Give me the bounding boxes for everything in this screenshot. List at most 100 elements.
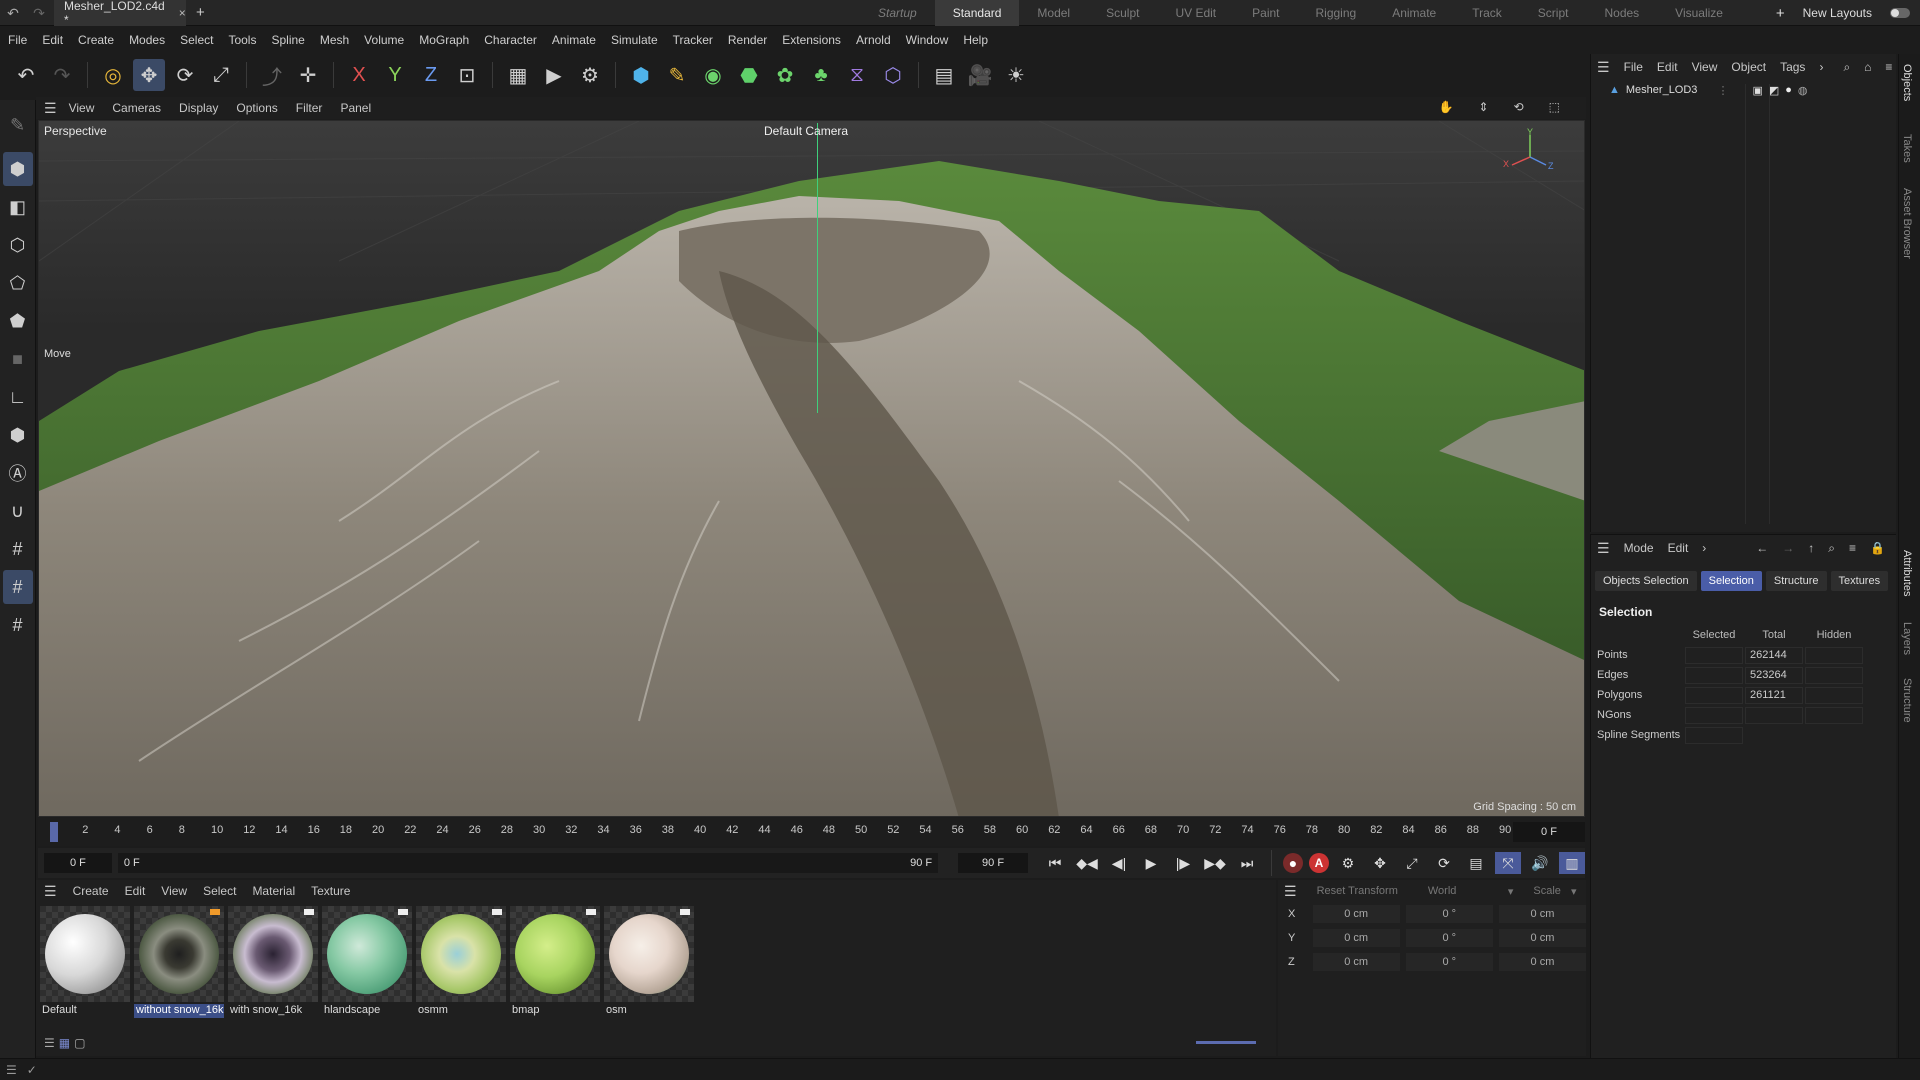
x-axis-lock-icon[interactable]: X bbox=[343, 59, 375, 91]
menu-icon[interactable]: ☰ bbox=[6, 1063, 17, 1077]
add-document-icon[interactable]: + bbox=[196, 4, 205, 21]
large-view-icon[interactable]: ▢ bbox=[74, 1036, 85, 1050]
home-icon[interactable]: ⌂ bbox=[1864, 60, 1871, 74]
lock-icon[interactable]: 🔒 bbox=[1870, 541, 1885, 555]
material-preview[interactable] bbox=[604, 906, 694, 1002]
tab-selection[interactable]: Selection bbox=[1700, 571, 1762, 591]
viewport-menu-item[interactable]: View bbox=[69, 101, 95, 115]
menu-icon[interactable]: ☰ bbox=[44, 883, 57, 900]
texture-tag-icon[interactable]: ● bbox=[1785, 84, 1792, 96]
viewport-menu-item[interactable]: Panel bbox=[340, 101, 371, 115]
3d-viewport[interactable]: Perspective Default Camera Move Grid Spa… bbox=[38, 120, 1585, 817]
menu-modes[interactable]: Modes bbox=[129, 33, 165, 47]
rotation-field[interactable]: 0 ° bbox=[1405, 905, 1493, 923]
chevron-down-icon[interactable]: ▾ bbox=[1508, 885, 1514, 898]
material-name[interactable]: Default bbox=[40, 1004, 130, 1018]
orbit-icon[interactable]: ⟲ bbox=[1514, 100, 1524, 114]
menu-tracker[interactable]: Tracker bbox=[673, 33, 713, 47]
layout-tab-track[interactable]: Track bbox=[1454, 0, 1520, 26]
search-icon[interactable]: ⌕ bbox=[1828, 541, 1835, 556]
menu-character[interactable]: Character bbox=[484, 33, 537, 47]
coordinate-space-dropdown[interactable]: World bbox=[1428, 885, 1498, 897]
subdivision-icon[interactable]: ◉ bbox=[697, 59, 729, 91]
viewport-projection-label[interactable]: Perspective bbox=[44, 124, 107, 138]
material-tag-icon[interactable]: ▣ bbox=[1752, 84, 1762, 97]
next-frame-icon[interactable]: |▶ bbox=[1170, 852, 1196, 874]
snap-icon[interactable]: Ⓐ bbox=[3, 456, 33, 490]
document-tab[interactable]: Mesher_LOD2.c4d * × bbox=[54, 0, 186, 27]
camera-label[interactable]: Default Camera bbox=[764, 124, 848, 138]
undo-tool-icon[interactable]: ↶ bbox=[10, 59, 42, 91]
material-item[interactable]: osmm bbox=[416, 906, 506, 1018]
material-name[interactable]: osm bbox=[604, 1004, 694, 1018]
object-row[interactable]: ▲ Mesher_LOD3 ⋮ ▣ ◩ ● ◍ bbox=[1591, 80, 1896, 100]
current-frame-field[interactable]: 0 F bbox=[1513, 822, 1585, 842]
tab-structure[interactable]: Structure bbox=[1901, 678, 1913, 723]
rotation-field[interactable]: 0 ° bbox=[1405, 953, 1493, 971]
material-item[interactable]: with snow_16k bbox=[228, 906, 318, 1018]
texture-mode-icon[interactable]: ◧ bbox=[3, 190, 33, 224]
object-menu-item[interactable]: View bbox=[1692, 60, 1718, 74]
grid-view-icon[interactable]: ▦ bbox=[59, 1036, 70, 1050]
light-icon[interactable]: ☀ bbox=[1000, 59, 1032, 91]
material-item[interactable]: without snow_16k bbox=[134, 906, 224, 1018]
render-picture-viewer-icon[interactable]: ▶ bbox=[538, 59, 570, 91]
viewport-menu-item[interactable]: Cameras bbox=[112, 101, 161, 115]
scale-tool-icon[interactable]: ⤢ bbox=[205, 59, 237, 91]
layout-tab-startup[interactable]: Startup bbox=[860, 0, 935, 26]
material-preview[interactable] bbox=[322, 906, 412, 1002]
quantize-icon[interactable]: # bbox=[3, 608, 33, 642]
tab-objects-selection[interactable]: Objects Selection bbox=[1595, 571, 1697, 591]
visibility-dots-icon[interactable]: ⋮ bbox=[1717, 84, 1728, 97]
object-menu-item[interactable]: Tags bbox=[1780, 60, 1805, 74]
dolly-icon[interactable]: ⇕ bbox=[1479, 100, 1489, 114]
material-item[interactable]: bmap bbox=[510, 906, 600, 1018]
menu-create[interactable]: Create bbox=[78, 33, 114, 47]
menu-volume[interactable]: Volume bbox=[364, 33, 404, 47]
workplane-icon[interactable]: # bbox=[3, 532, 33, 566]
list-view-icon[interactable]: ☰ bbox=[44, 1036, 55, 1050]
z-axis-lock-icon[interactable]: Z bbox=[415, 59, 447, 91]
close-icon[interactable]: × bbox=[179, 6, 186, 20]
menu-help[interactable]: Help bbox=[963, 33, 988, 47]
layout-toggle[interactable] bbox=[1890, 8, 1910, 18]
viewport-menu-item[interactable]: Display bbox=[179, 101, 218, 115]
start-frame-field[interactable]: 0 F bbox=[44, 853, 112, 873]
floor-grid-icon[interactable]: ▤ bbox=[928, 59, 960, 91]
live-selection-icon[interactable]: ◎ bbox=[97, 59, 129, 91]
material-item[interactable]: osm bbox=[604, 906, 694, 1018]
record-icon[interactable]: ● bbox=[1283, 853, 1303, 873]
scale-field[interactable]: 0 cm bbox=[1498, 905, 1587, 923]
redo-tool-icon[interactable]: ↷ bbox=[46, 59, 78, 91]
model-mode-icon[interactable]: ⬢ bbox=[2, 152, 33, 186]
menu-select[interactable]: Select bbox=[180, 33, 213, 47]
viewport-menu-item[interactable]: Options bbox=[236, 101, 277, 115]
scale-field[interactable]: 0 cm bbox=[1498, 929, 1587, 947]
up-icon[interactable]: ↑ bbox=[1808, 541, 1814, 555]
material-menu-item[interactable]: Texture bbox=[311, 884, 350, 898]
more-icon[interactable]: › bbox=[1819, 60, 1823, 74]
y-axis-lock-icon[interactable]: Y bbox=[379, 59, 411, 91]
parameter-key-icon[interactable]: ▤ bbox=[1463, 852, 1489, 874]
material-preview[interactable] bbox=[134, 906, 224, 1002]
position-field[interactable]: 0 cm bbox=[1312, 905, 1400, 923]
material-item[interactable]: hlandscape bbox=[322, 906, 412, 1018]
pan-icon[interactable]: ✋ bbox=[1439, 100, 1454, 114]
material-preview[interactable] bbox=[40, 906, 130, 1002]
axis-move-icon[interactable]: ✛ bbox=[292, 59, 324, 91]
attribute-menu-item[interactable]: Edit bbox=[1668, 541, 1689, 555]
menu-render[interactable]: Render bbox=[728, 33, 767, 47]
material-menu-item[interactable]: Material bbox=[252, 884, 295, 898]
undo-icon[interactable]: ↶ bbox=[0, 0, 26, 26]
material-name[interactable]: hlandscape bbox=[322, 1004, 412, 1018]
tab-structure[interactable]: Structure bbox=[1765, 571, 1827, 591]
rotation-key-icon[interactable]: ⟳ bbox=[1431, 852, 1457, 874]
material-menu-item[interactable]: Edit bbox=[125, 884, 146, 898]
layout-tab-standard[interactable]: Standard bbox=[934, 0, 1020, 26]
material-name[interactable]: without snow_16k bbox=[134, 1004, 224, 1018]
end-frame-field[interactable]: 90 F bbox=[958, 853, 1028, 873]
forward-icon[interactable]: → bbox=[1782, 541, 1794, 555]
go-to-end-icon[interactable]: ⏭ bbox=[1234, 852, 1260, 874]
material-menu-item[interactable]: View bbox=[161, 884, 187, 898]
layout-tab-animate[interactable]: Animate bbox=[1374, 0, 1454, 26]
